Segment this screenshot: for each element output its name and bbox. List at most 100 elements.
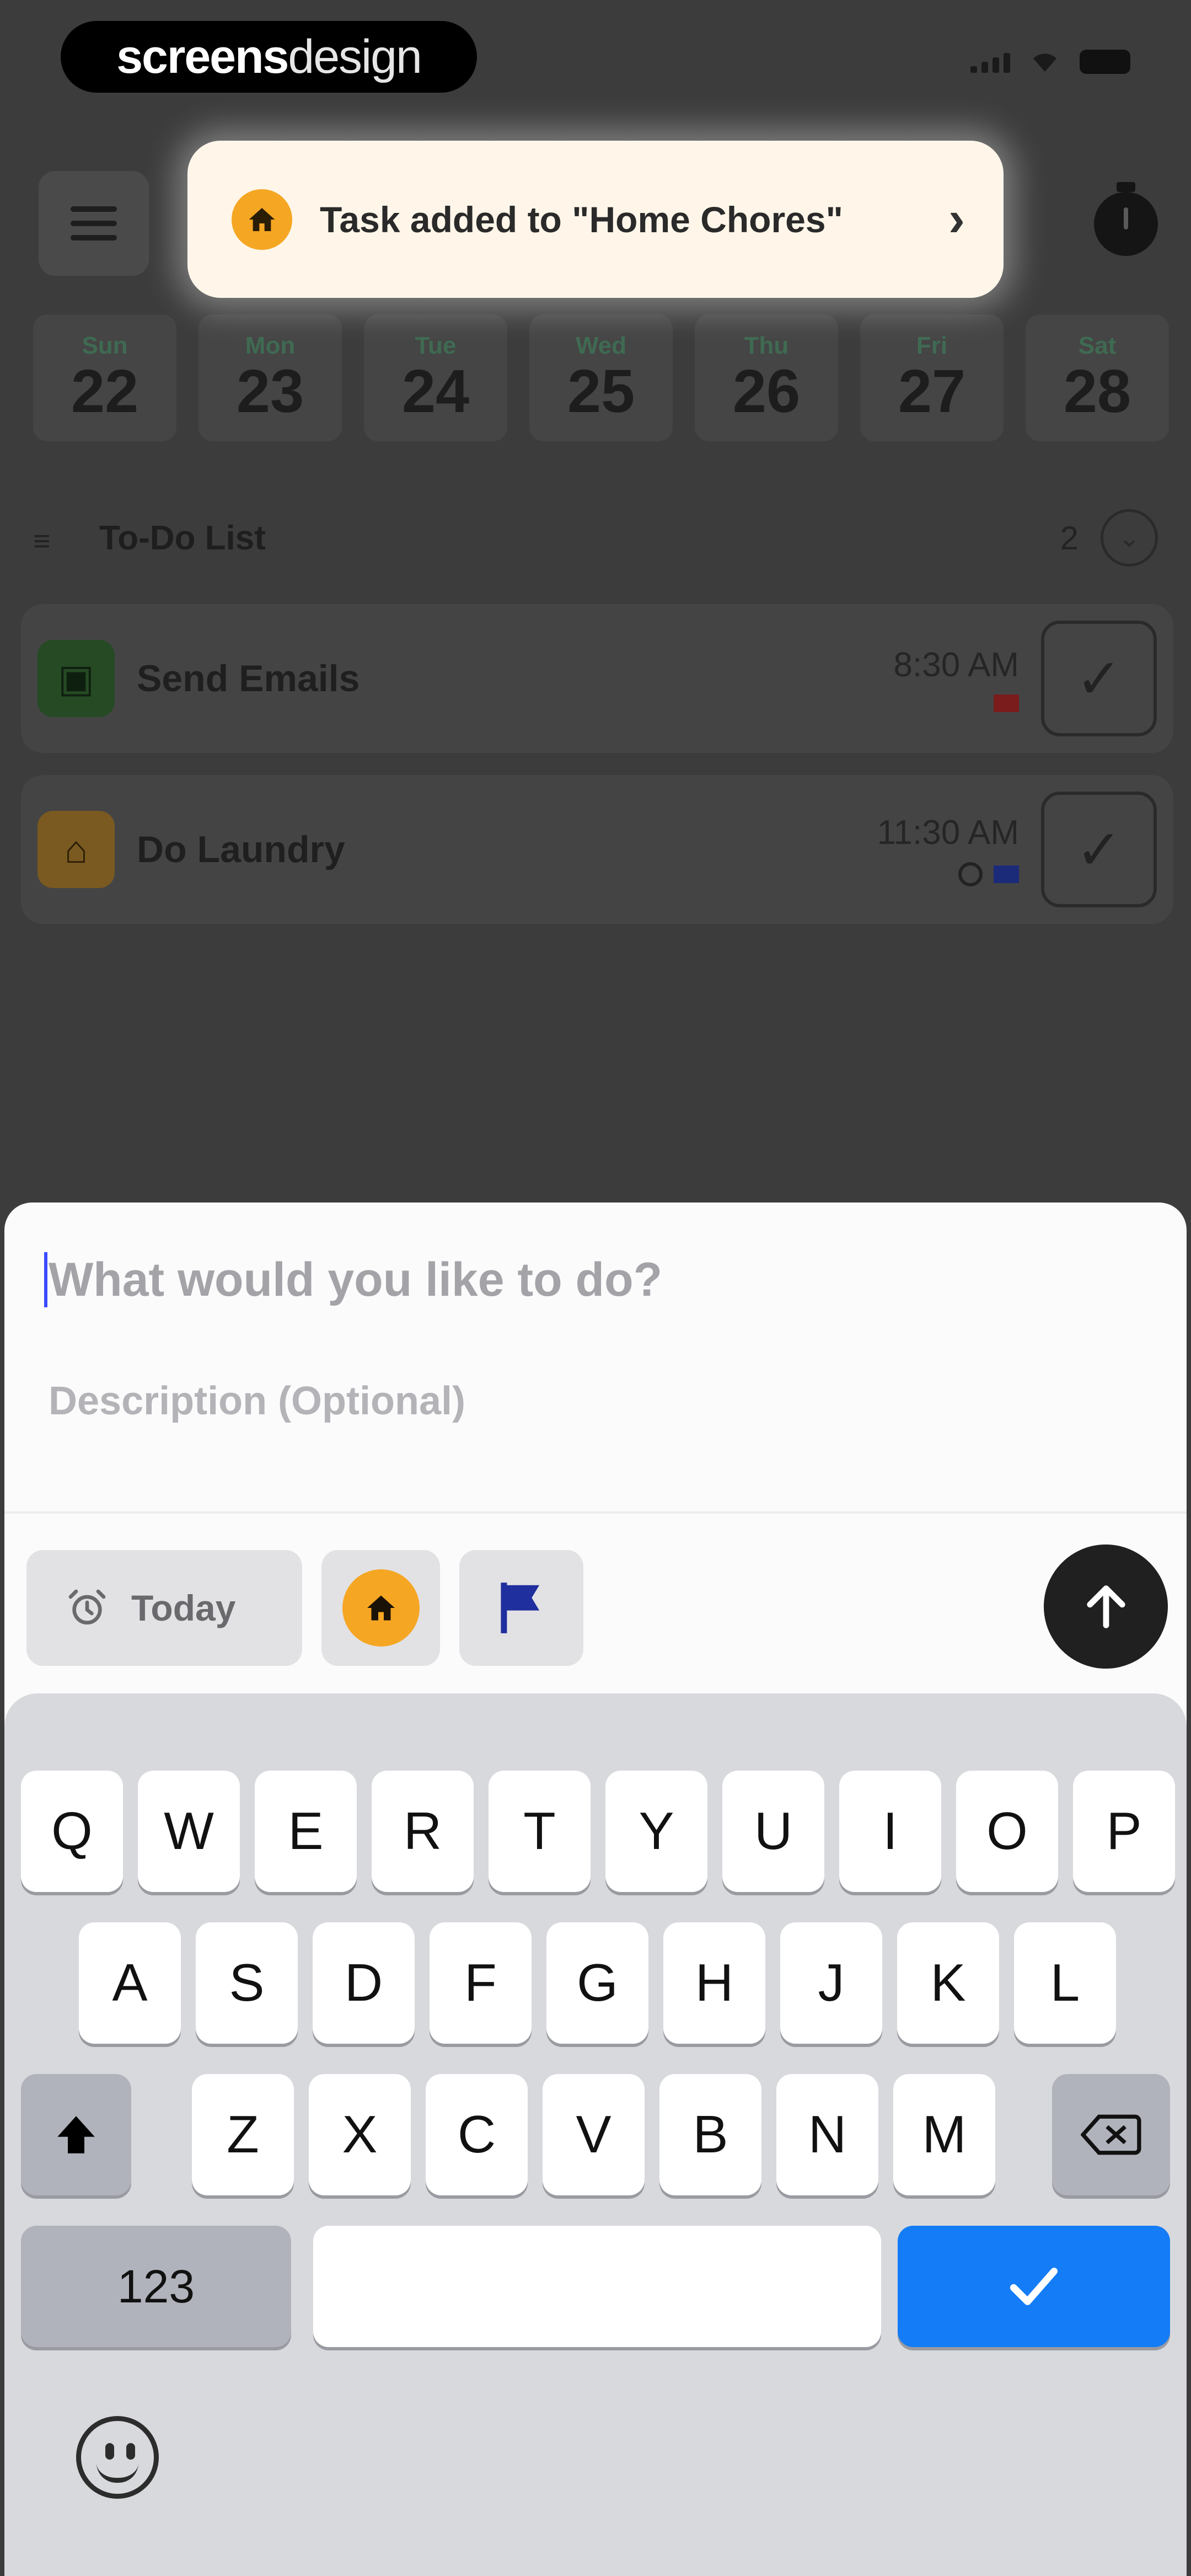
key-z[interactable]: Z (192, 2074, 294, 2195)
briefcase-icon: ▣ (37, 640, 115, 717)
menu-button[interactable] (39, 171, 149, 276)
day-name: Mon (245, 332, 296, 360)
key-y[interactable]: Y (605, 1771, 707, 1892)
key-label: B (693, 2105, 728, 2164)
on-screen-keyboard: Q W E R T Y U I O P A S D F G H J K L Z X C V B N M 123 (4, 1693, 1187, 2576)
day-tue[interactable]: Tue 24 (364, 314, 507, 441)
key-label: L (1050, 1953, 1080, 2012)
delete-key[interactable] (1052, 2074, 1170, 2195)
collapse-button[interactable]: ⌄ (1101, 509, 1158, 566)
chevron-right-icon: › (948, 191, 965, 247)
key-label: Q (51, 1802, 93, 1861)
shift-key[interactable] (21, 2074, 131, 2195)
text-cursor (44, 1252, 47, 1307)
arrow-up-icon (1086, 1585, 1125, 1628)
key-p[interactable]: P (1073, 1771, 1175, 1892)
key-label: F (464, 1953, 497, 2012)
status-bar: screens design (0, 0, 1191, 110)
key-c[interactable]: C (426, 2074, 528, 2195)
key-label: D (344, 1953, 383, 2012)
screensdesign-logo: screens design (61, 21, 477, 93)
day-sun[interactable]: Sun 22 (33, 314, 176, 441)
submit-task-button[interactable] (1044, 1544, 1168, 1669)
key-d[interactable]: D (313, 1922, 415, 2044)
key-t[interactable]: T (489, 1771, 591, 1892)
task-name: Do Laundry (137, 829, 345, 870)
wifi-icon (1033, 54, 1056, 72)
composer-toolbar: Today (4, 1544, 1187, 1677)
key-label: J (818, 1953, 845, 2012)
home-icon (232, 189, 292, 250)
key-label: O (986, 1802, 1028, 1861)
task-card[interactable]: ⌂ Do Laundry 11:30 AM ✓ (21, 775, 1173, 924)
task-meta: 11:30 AM (877, 813, 1019, 886)
day-wed[interactable]: Wed 25 (529, 314, 673, 441)
key-label: Y (639, 1802, 674, 1861)
key-l[interactable]: L (1014, 1922, 1116, 2044)
key-label: Z (227, 2105, 259, 2164)
key-k[interactable]: K (897, 1922, 999, 2044)
key-j[interactable]: J (780, 1922, 882, 2044)
day-name: Fri (916, 332, 948, 360)
key-r[interactable]: R (372, 1771, 474, 1892)
key-i[interactable]: I (839, 1771, 941, 1892)
task-name: Send Emails (137, 658, 360, 699)
flag-icon (500, 1583, 539, 1633)
key-o[interactable]: O (956, 1771, 1058, 1892)
category-chip[interactable] (321, 1550, 440, 1666)
date-chip[interactable]: Today (26, 1550, 302, 1666)
task-time: 11:30 AM (877, 813, 1019, 852)
day-sat[interactable]: Sat 28 (1026, 314, 1169, 441)
task-added-toast[interactable]: Task added to "Home Chores" › (187, 141, 1004, 298)
day-number: 26 (732, 357, 801, 426)
task-card[interactable]: ▣ Send Emails 8:30 AM ✓ (21, 604, 1173, 753)
key-m[interactable]: M (893, 2074, 995, 2195)
key-label: C (457, 2105, 496, 2164)
key-label: X (342, 2105, 378, 2164)
key-label: A (112, 1953, 148, 2012)
key-s[interactable]: S (196, 1922, 298, 2044)
date-chip-label: Today (131, 1588, 236, 1628)
key-u[interactable]: U (722, 1771, 824, 1892)
day-name: Sun (82, 332, 128, 360)
key-f[interactable]: F (430, 1922, 532, 2044)
day-number: 28 (1063, 357, 1131, 426)
key-w[interactable]: W (138, 1771, 240, 1892)
task-description-input[interactable] (49, 1371, 1096, 1431)
key-label: T (523, 1802, 556, 1861)
key-x[interactable]: X (309, 2074, 411, 2195)
key-label: P (1106, 1802, 1142, 1861)
key-e[interactable]: E (255, 1771, 357, 1892)
key-label: R (403, 1802, 442, 1861)
day-thu[interactable]: Thu 26 (695, 314, 838, 441)
complete-task-checkbox[interactable]: ✓ (1041, 792, 1157, 907)
checklist-icon: ≡ (33, 525, 51, 558)
numbers-key[interactable]: 123 (21, 2226, 291, 2347)
key-v[interactable]: V (543, 2074, 645, 2195)
key-label: I (883, 1802, 898, 1861)
key-b[interactable]: B (659, 2074, 761, 2195)
week-strip: Sun 22 Mon 23 Tue 24 Wed 25 Thu 26 Fri 27 Sat 2… (33, 314, 1191, 441)
shift-icon (57, 2116, 95, 2153)
key-label: M (922, 2105, 967, 2164)
day-name: Thu (744, 332, 789, 360)
emoji-icon[interactable] (76, 2416, 159, 2499)
task-title-input[interactable] (49, 1247, 1096, 1313)
space-key[interactable] (313, 2226, 881, 2347)
day-mon[interactable]: Mon 23 (198, 314, 342, 441)
return-key[interactable] (898, 2226, 1170, 2347)
day-name: Sat (1078, 332, 1117, 360)
complete-task-checkbox[interactable]: ✓ (1041, 621, 1157, 736)
numbers-key-label: 123 (117, 2260, 195, 2312)
flag-icon (994, 865, 1019, 883)
key-label: E (288, 1802, 324, 1861)
key-g[interactable]: G (546, 1922, 648, 2044)
key-h[interactable]: H (663, 1922, 765, 2044)
key-a[interactable]: A (79, 1922, 181, 2044)
priority-chip[interactable] (459, 1550, 583, 1666)
key-n[interactable]: N (776, 2074, 878, 2195)
timer-button[interactable] (1094, 182, 1158, 256)
day-fri[interactable]: Fri 27 (860, 314, 1004, 441)
key-label: K (930, 1953, 966, 2012)
key-q[interactable]: Q (21, 1771, 123, 1892)
